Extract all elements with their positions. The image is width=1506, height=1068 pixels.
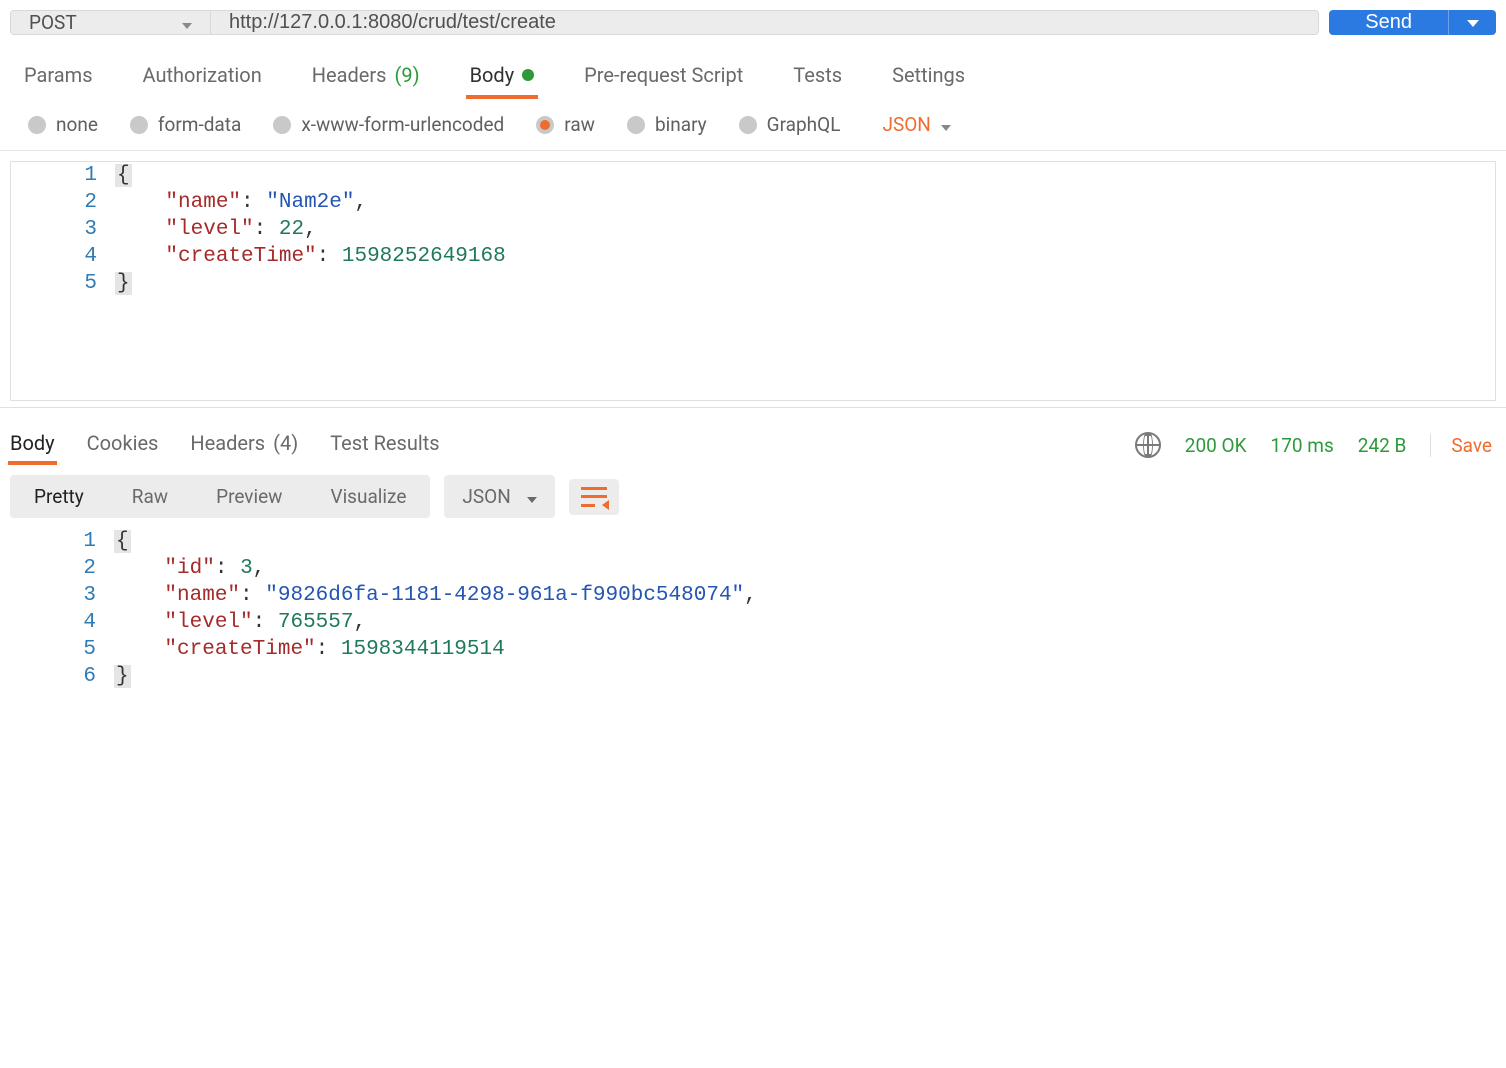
wrap-icon [581,487,607,507]
send-button-group: Send [1329,10,1496,35]
line-number: 5 [10,636,102,663]
modified-dot-icon [522,69,534,81]
json-number: 1598344119514 [341,638,505,661]
tab-prerequest[interactable]: Pre-request Script [580,55,747,99]
tab-headers-label: Headers [312,63,387,87]
json-key: "level" [165,218,253,241]
save-response-button[interactable]: Save [1430,434,1498,457]
line-number: 3 [11,216,103,243]
chevron-down-icon [182,11,192,34]
response-body-editor[interactable]: 1 { 2 "id": 3, 3 "name": "9826d6fa-1181-… [10,528,1496,690]
chevron-down-icon [1467,15,1479,30]
view-preview-button[interactable]: Preview [192,475,306,518]
headers-count: (9) [395,63,420,87]
line-number: 6 [10,663,102,690]
line-number: 3 [10,582,102,609]
http-method-select[interactable]: POST [11,11,211,34]
body-type-none-label: none [56,113,98,136]
body-content-type-value: JSON [882,113,930,136]
response-time: 170 ms [1271,434,1334,457]
resp-headers-count: (4) [273,431,298,455]
response-toolbar: Pretty Raw Preview Visualize JSON [0,465,1506,528]
method-url-group: POST [10,10,1319,35]
resp-tab-headers[interactable]: Headers (4) [188,425,300,465]
body-type-graphql[interactable]: GraphQL [739,113,841,136]
tab-authorization[interactable]: Authorization [139,55,266,99]
chevron-down-icon [941,113,951,136]
body-type-xwww[interactable]: x-www-form-urlencoded [273,113,504,136]
body-type-formdata-label: form-data [158,113,241,136]
send-options-button[interactable] [1448,10,1496,35]
json-key: "id" [164,557,214,580]
resp-tab-cookies[interactable]: Cookies [85,425,161,465]
wrap-lines-button[interactable] [569,479,619,515]
json-key: "name" [164,584,240,607]
line-number: 2 [10,555,102,582]
json-key: "createTime" [165,245,316,268]
body-type-formdata[interactable]: form-data [130,113,241,136]
tab-headers[interactable]: Headers (9) [308,55,424,99]
view-raw-button[interactable]: Raw [108,475,192,518]
tab-body-label: Body [470,63,515,87]
response-content-type-value: JSON [462,485,510,508]
response-view-segmented: Pretty Raw Preview Visualize [10,475,430,518]
radio-icon [130,116,148,134]
tab-settings[interactable]: Settings [888,55,969,99]
body-type-none[interactable]: none [28,113,98,136]
line-number: 1 [10,528,102,555]
radio-icon [28,116,46,134]
resp-tab-body[interactable]: Body [8,425,57,465]
request-tabs: Params Authorization Headers (9) Body Pr… [0,45,1506,99]
tab-params[interactable]: Params [20,55,97,99]
line-number: 2 [11,189,103,216]
resp-headers-label: Headers [190,431,265,455]
json-key: "level" [164,611,252,634]
json-number: 765557 [278,611,354,634]
json-number: 22 [279,218,304,241]
line-number: 4 [10,609,102,636]
response-meta: 200 OK 170 ms 242 B Save [1135,432,1498,458]
line-number: 4 [11,243,103,270]
globe-icon[interactable] [1135,432,1161,458]
send-button[interactable]: Send [1329,10,1448,35]
radio-icon [273,116,291,134]
tab-body[interactable]: Body [466,55,539,99]
json-number: 3 [240,557,253,580]
radio-icon [536,116,554,134]
http-method-value: POST [29,11,77,34]
radio-icon [627,116,645,134]
url-input[interactable] [211,11,1318,34]
response-size: 242 B [1358,434,1407,457]
view-pretty-button[interactable]: Pretty [10,475,108,518]
response-tabs: Body Cookies Headers (4) Test Results [8,425,442,465]
status-code: 200 OK [1185,434,1247,457]
json-string: "9826d6fa-1181-4298-961a-f990bc548074" [265,584,744,607]
json-key: "createTime" [164,638,315,661]
body-type-raw-label: raw [564,113,595,136]
json-string: "Nam2e" [266,191,354,214]
response-header: Body Cookies Headers (4) Test Results 20… [0,421,1506,465]
body-type-graphql-label: GraphQL [767,113,841,136]
chevron-down-icon [527,485,537,508]
line-number: 1 [11,162,103,189]
tab-tests[interactable]: Tests [789,55,846,99]
view-visualize-button[interactable]: Visualize [306,475,430,518]
body-type-selector: none form-data x-www-form-urlencoded raw… [0,99,1506,151]
body-content-type-select[interactable]: JSON [882,113,950,136]
body-type-binary[interactable]: binary [627,113,707,136]
resp-tab-testresults[interactable]: Test Results [328,425,441,465]
body-type-binary-label: binary [655,113,707,136]
body-type-xwww-label: x-www-form-urlencoded [301,113,504,136]
response-content-type-select[interactable]: JSON [444,475,554,518]
radio-icon [739,116,757,134]
json-number: 1598252649168 [342,245,506,268]
json-key: "name" [165,191,241,214]
body-type-raw[interactable]: raw [536,113,595,136]
line-number: 5 [11,270,103,297]
request-body-editor[interactable]: 1 { 2 "name": "Nam2e", 3 "level": 22, 4 … [10,161,1496,401]
